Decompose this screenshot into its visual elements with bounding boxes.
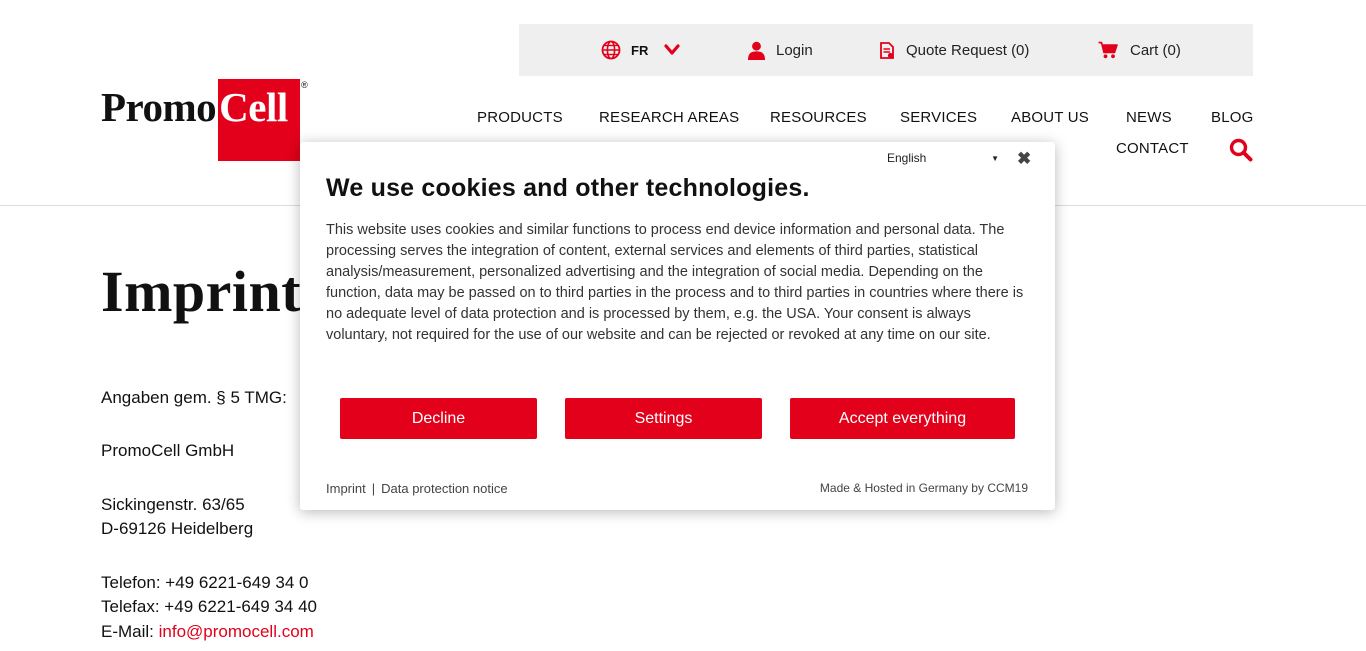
email-line: E-Mail: info@promocell.com xyxy=(101,620,314,644)
email-label: E-Mail: xyxy=(101,622,159,641)
link-separator: | xyxy=(371,481,376,496)
nav-research-areas[interactable]: RESEARCH AREAS xyxy=(599,109,739,126)
accept-everything-button[interactable]: Accept everything xyxy=(790,398,1015,439)
legal-line: Angaben gem. § 5 TMG: xyxy=(101,388,287,407)
settings-button[interactable]: Settings xyxy=(565,398,762,439)
nav-contact[interactable]: CONTACT xyxy=(1116,140,1189,157)
nav-services[interactable]: SERVICES xyxy=(900,109,977,126)
logo-registered-mark: ® xyxy=(301,80,308,90)
modal-language-select[interactable]: English ▼ xyxy=(887,151,1001,165)
modal-footer-links: Imprint | Data protection notice xyxy=(326,481,508,496)
cart-icon xyxy=(1098,41,1118,59)
nav-products[interactable]: PRODUCTS xyxy=(477,109,563,126)
nav-news[interactable]: NEWS xyxy=(1126,109,1172,126)
fax-number: Telefax: +49 6221-649 34 40 xyxy=(101,597,317,616)
modal-language-value: English xyxy=(887,151,927,165)
street-address: Sickingenstr. 63/65 xyxy=(101,495,245,514)
login-link[interactable]: Login xyxy=(737,24,813,76)
close-icon[interactable]: ✖ xyxy=(1017,149,1031,169)
data-protection-link[interactable]: Data protection notice xyxy=(381,481,507,496)
made-in-germany-note: Made & Hosted in Germany by CCM19 xyxy=(819,481,1028,495)
cart-label: Cart (0) xyxy=(1130,41,1181,59)
language-switcher[interactable]: FR xyxy=(601,24,680,76)
nav-about-us[interactable]: ABOUT US xyxy=(1011,109,1089,126)
user-icon xyxy=(747,41,766,60)
logo-text-cell: Cell xyxy=(219,84,288,130)
nav-blog[interactable]: BLOG xyxy=(1211,109,1253,126)
logo-text-promo: Promo xyxy=(101,84,217,130)
email-link[interactable]: info@promocell.com xyxy=(159,622,314,641)
globe-icon xyxy=(601,40,621,60)
logo-red-box: Cell xyxy=(218,79,301,161)
city-address: D-69126 Heidelberg xyxy=(101,519,254,538)
cart-link[interactable]: Cart (0) xyxy=(1086,24,1181,76)
cookie-body-text: This website uses cookies and similar fu… xyxy=(326,222,1024,343)
quote-request-link[interactable]: Quote Request (0) xyxy=(868,24,1029,76)
page-title: Imprint xyxy=(101,259,302,324)
company-name: PromoCell GmbH xyxy=(101,441,235,460)
quote-request-label: Quote Request (0) xyxy=(906,41,1030,59)
decline-button[interactable]: Decline xyxy=(340,398,537,439)
document-icon xyxy=(880,41,894,59)
search-icon[interactable] xyxy=(1229,138,1253,167)
imprint-link[interactable]: Imprint xyxy=(326,481,366,496)
chevron-down-icon xyxy=(664,44,680,56)
cookie-title: We use cookies and other technologies. xyxy=(326,174,810,202)
caret-down-icon: ▼ xyxy=(991,153,999,163)
promocell-logo[interactable]: Promo Cell ® xyxy=(101,79,308,161)
language-code: FR xyxy=(631,42,649,58)
login-label: Login xyxy=(776,41,813,59)
utility-bar: FR Login Quote Request (0) Cart (0) xyxy=(519,24,1253,76)
phone-number: Telefon: +49 6221-649 34 0 xyxy=(101,573,309,592)
nav-resources[interactable]: RESOURCES xyxy=(770,109,867,126)
cookie-consent-dialog: English ▼ ✖ We use cookies and other tec… xyxy=(300,142,1055,510)
